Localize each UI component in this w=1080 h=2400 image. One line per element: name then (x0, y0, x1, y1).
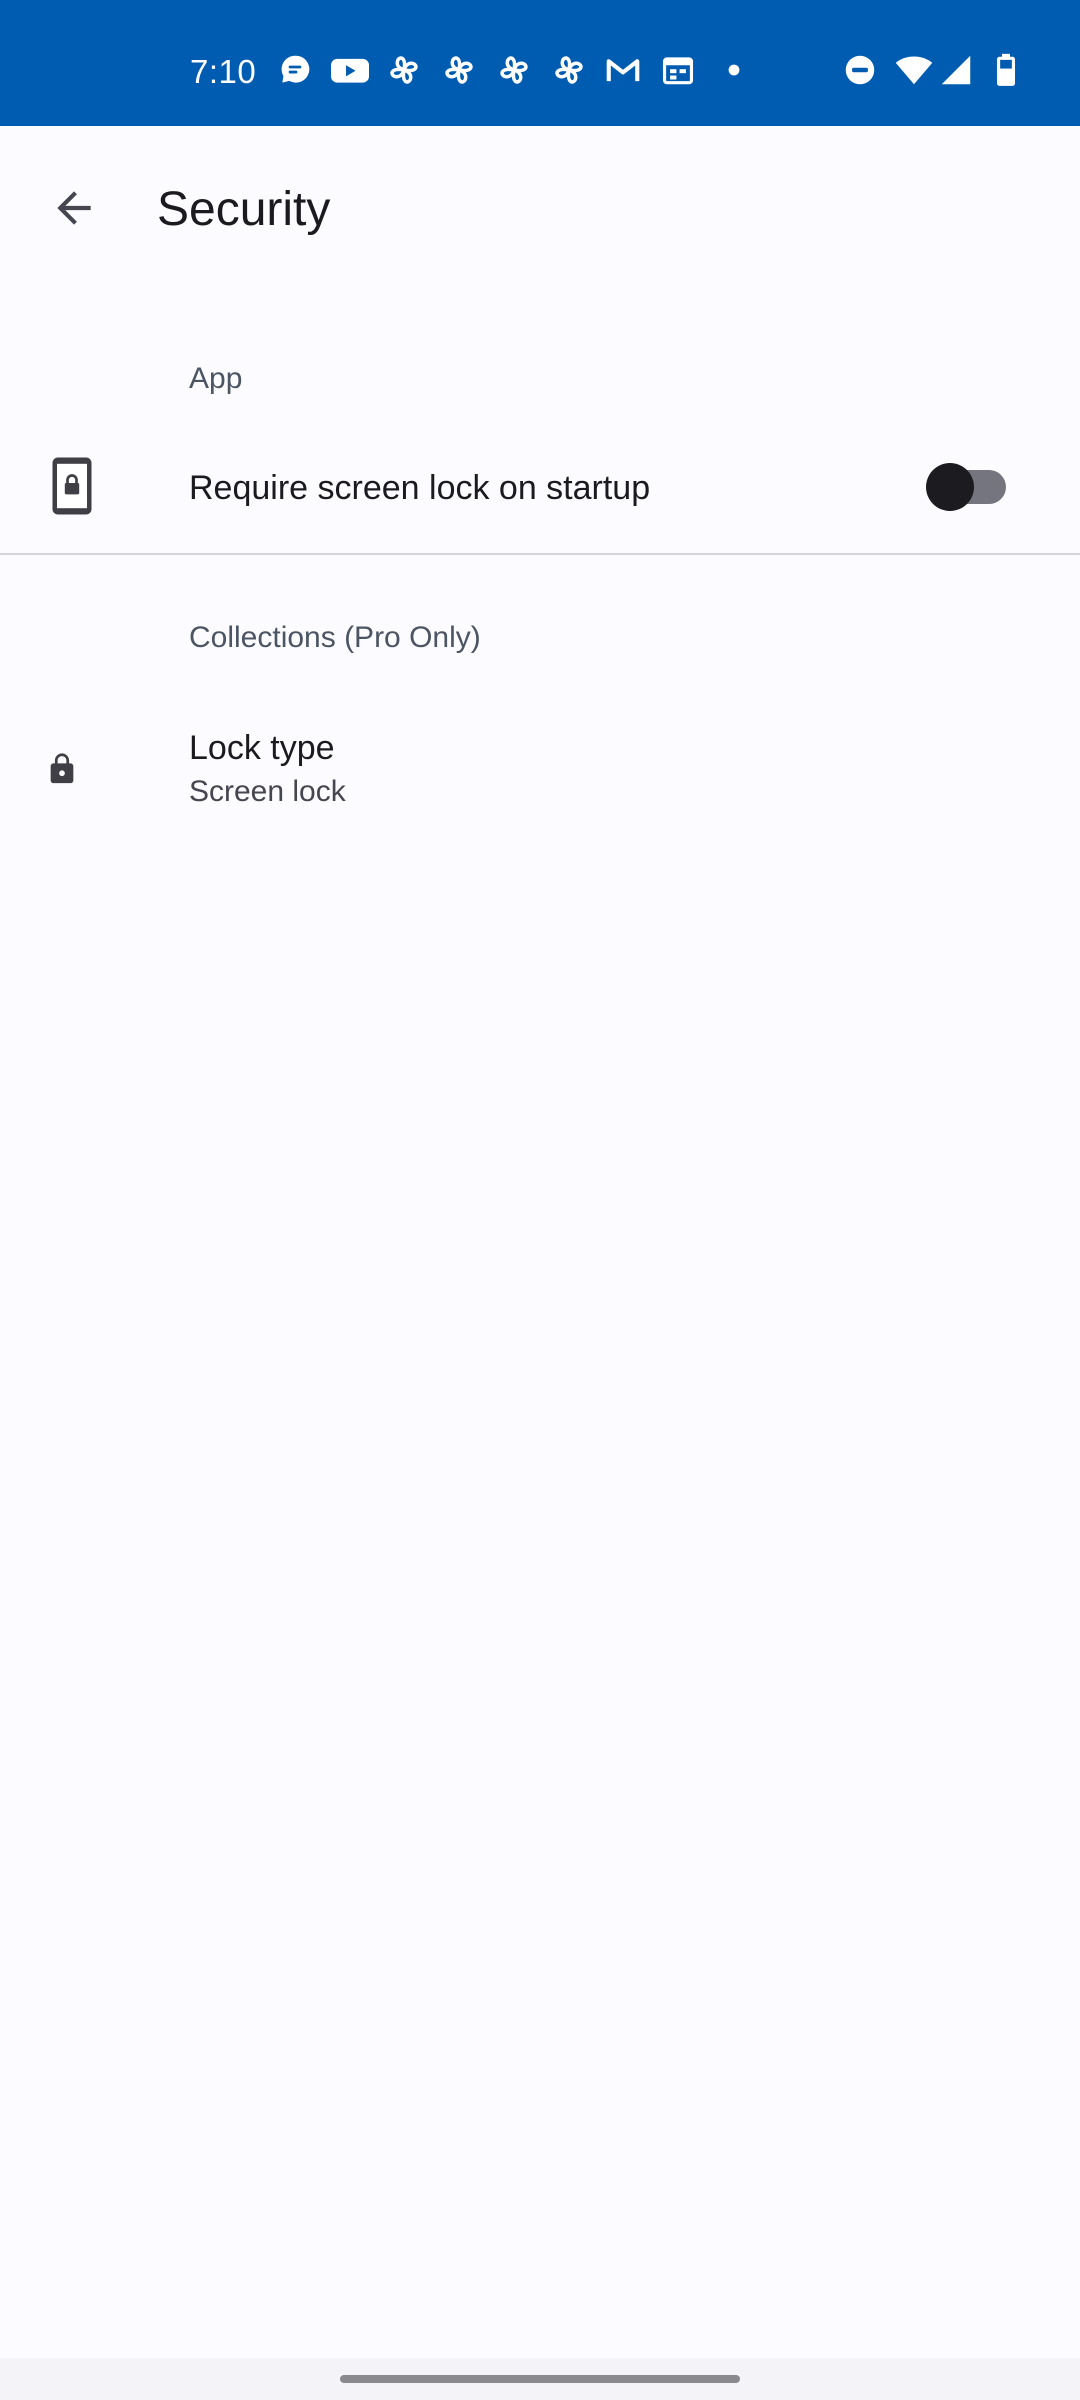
require-screen-lock-switch[interactable] (920, 460, 1010, 512)
phone-lock-icon (44, 454, 100, 518)
status-time: 7:10 (190, 53, 257, 90)
gmail-icon (604, 51, 642, 89)
status-bar: 7:10 (0, 0, 1080, 126)
section-header-app: App (189, 362, 243, 395)
page-title: Security (157, 183, 331, 236)
back-button[interactable] (32, 166, 116, 250)
pinwheel-icon (550, 51, 588, 89)
calendar-icon (659, 51, 697, 89)
pinwheel-icon (440, 51, 478, 89)
require-screen-lock-row[interactable]: Require screen lock on startup (0, 418, 1080, 552)
switch-thumb (926, 463, 974, 511)
dot-icon (716, 51, 752, 89)
lock-type-summary: Screen lock (189, 775, 346, 808)
lock-icon (42, 744, 82, 794)
gesture-handle[interactable] (340, 2375, 740, 2383)
section-header-collections: Collections (Pro Only) (189, 621, 481, 654)
lock-type-row[interactable]: Lock type Screen lock (0, 700, 1080, 834)
arrow-back-icon (57, 191, 91, 225)
pinwheel-icon (385, 51, 423, 89)
top-app-bar: Security (0, 126, 1080, 294)
lock-type-title: Lock type (189, 729, 335, 767)
section-divider (0, 553, 1080, 555)
cellular-signal-icon (937, 51, 975, 89)
chat-icon (276, 51, 314, 89)
youtube-icon (328, 51, 372, 89)
wifi-icon (893, 51, 935, 89)
battery-icon (987, 51, 1025, 89)
require-screen-lock-title: Require screen lock on startup (189, 469, 651, 507)
do-not-disturb-icon (841, 51, 879, 89)
pinwheel-icon (495, 51, 533, 89)
